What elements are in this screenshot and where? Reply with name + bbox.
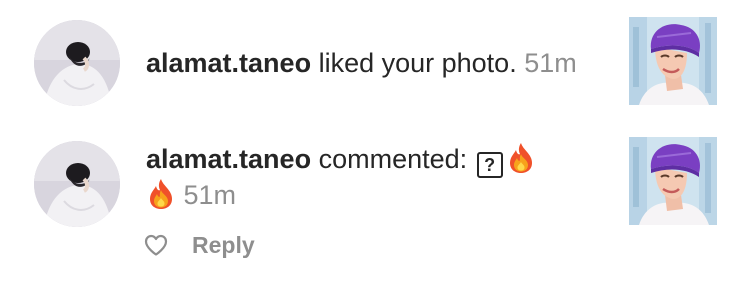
username-link[interactable]: alamat.taneo [146,48,311,78]
username-link[interactable]: alamat.taneo [146,144,311,174]
heart-outline-icon[interactable] [144,234,168,256]
unsupported-glyph-icon: ? [476,152,503,178]
action-text: liked your photo. [318,48,517,78]
post-thumbnail-icon [629,137,717,225]
avatar[interactable] [34,20,120,106]
profile-photo-icon [34,20,120,106]
comment-actions: Reply [144,230,255,260]
post-thumbnail[interactable] [629,137,717,225]
notification-comment[interactable]: alamat.taneo commented: ? 51m Reply [0,120,750,294]
reply-button[interactable]: Reply [192,232,255,259]
notification-like[interactable]: alamat.taneo liked your photo. 51m [0,0,750,120]
post-thumbnail[interactable] [629,17,717,105]
notification-text: alamat.taneo liked your photo. 51m [146,46,606,81]
timestamp: 51m [524,48,577,78]
action-text: commented: [318,144,468,174]
fire-emoji-icon [506,142,536,174]
profile-photo-icon [34,141,120,227]
fire-emoji-icon [146,178,176,210]
avatar[interactable] [34,141,120,227]
timestamp: 51m [183,180,237,210]
post-thumbnail-icon [629,17,717,105]
notification-text: alamat.taneo commented: ? 51m [146,142,606,213]
